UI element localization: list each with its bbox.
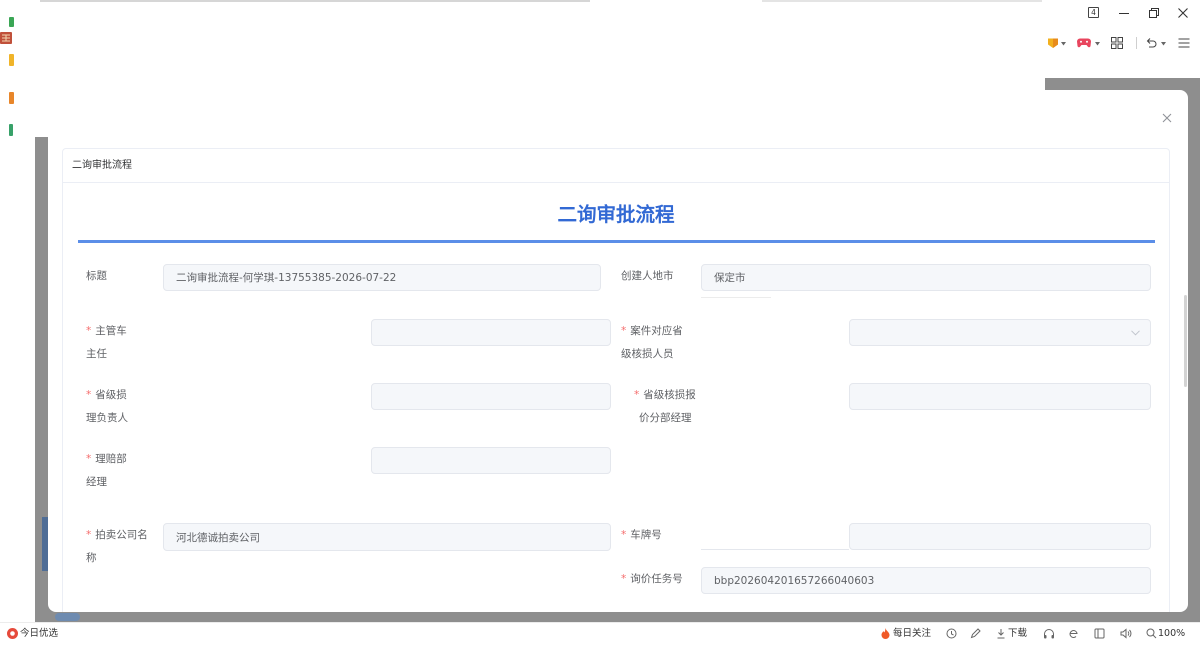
top-edge-line: [40, 0, 590, 2]
chief-director-input[interactable]: [371, 319, 611, 346]
extension-icon[interactable]: [1047, 37, 1059, 49]
browser-e-icon[interactable]: [1068, 628, 1079, 639]
status-bar: 今日优选 每日关注 下载 100%: [0, 622, 1200, 645]
required-mark: *: [634, 389, 640, 401]
claims-manager-input[interactable]: [371, 447, 611, 474]
field-underline: [701, 297, 771, 298]
modal-close-button[interactable]: [1160, 111, 1174, 125]
desktop-app-icon[interactable]: [9, 124, 13, 136]
label-province-claim-lead: * 省级损 理负责人: [86, 384, 128, 430]
refresh-icon[interactable]: [946, 628, 957, 639]
zoom-icon[interactable]: [1146, 628, 1157, 639]
province-adjuster-select[interactable]: [849, 319, 1151, 346]
quote-branch-manager-input[interactable]: [849, 383, 1151, 410]
undo-icon[interactable]: [1145, 37, 1157, 49]
window-icon[interactable]: [1094, 628, 1105, 639]
zoom-level[interactable]: 100%: [1158, 623, 1185, 645]
label-text: 价分部经理: [639, 412, 692, 424]
required-mark: *: [86, 453, 92, 465]
required-mark: *: [621, 573, 627, 585]
dropdown-caret-icon[interactable]: [1061, 42, 1066, 46]
restore-icon[interactable]: [1149, 8, 1159, 18]
tab-count: 4: [1091, 8, 1096, 17]
label-inquiry-task-number: * 询价任务号: [621, 568, 683, 591]
label-text: 称: [86, 552, 97, 564]
approval-modal: 二询审批流程 二询审批流程 标题 创建人地市 *主管车 主任 *案件对应省 级核…: [48, 90, 1188, 612]
label-plate-number: * 车牌号: [621, 524, 662, 547]
grid-icon[interactable]: [1111, 37, 1123, 49]
desktop-app-icon[interactable]: [0, 32, 12, 44]
label-chief-director: * 主管车 主任: [86, 320, 127, 366]
label-text: 拍卖公司名: [95, 529, 148, 541]
today-pick-link[interactable]: 今日优选: [20, 623, 58, 645]
browser-chrome: 4: [1045, 0, 1200, 78]
label-text: 创建人地市: [621, 270, 674, 282]
auction-company-input[interactable]: [163, 523, 611, 551]
inquiry-task-number-input[interactable]: [701, 567, 1151, 594]
card-header: 二询审批流程: [63, 149, 1169, 183]
blank-overlay: [35, 0, 1045, 137]
speaker-icon[interactable]: [1120, 628, 1132, 639]
desktop-app-icon[interactable]: [9, 54, 14, 66]
required-mark: *: [86, 325, 92, 337]
toolbar-separator: [1136, 37, 1137, 49]
label-text: 省级损: [95, 389, 127, 401]
download-icon[interactable]: [996, 628, 1006, 639]
menu-icon[interactable]: [1178, 37, 1190, 49]
today-pick-icon[interactable]: [7, 628, 18, 639]
daily-follow-link[interactable]: 每日关注: [893, 623, 931, 645]
form-card: 二询审批流程 二询审批流程 标题 创建人地市 *主管车 主任 *案件对应省 级核…: [62, 148, 1170, 612]
pen-icon[interactable]: [970, 628, 981, 639]
title-underline: [78, 240, 1155, 243]
gamepad-icon[interactable]: [1077, 37, 1091, 48]
close-icon: [1162, 113, 1172, 123]
desktop-app-icon[interactable]: [9, 92, 14, 104]
dropdown-caret-icon[interactable]: [1161, 42, 1166, 46]
label-text: 级核损人员: [621, 348, 674, 360]
label-province-adjuster: * 案件对应省 级核损人员: [621, 320, 683, 366]
tab-count-button[interactable]: 4: [1088, 7, 1099, 18]
label-text: 理赔部: [95, 453, 127, 465]
label-text: 案件对应省: [630, 325, 683, 337]
label-text: 经理: [86, 476, 107, 488]
modal-scrollbar[interactable]: [1184, 295, 1187, 387]
label-text: 省级核损报: [643, 389, 696, 401]
desktop-icon-strip: [0, 0, 35, 622]
label-text: 主任: [86, 348, 107, 360]
label-claims-manager: * 理赔部 经理: [86, 448, 127, 494]
label-creator-city: 创建人地市: [621, 265, 674, 288]
label-quote-branch-manager: * 省级核损报 价分部经理: [634, 384, 696, 430]
desktop-app-icon[interactable]: [9, 17, 14, 27]
required-mark: *: [621, 529, 627, 541]
label-auction-company: * 拍卖公司名 称: [86, 524, 148, 570]
creator-city-input[interactable]: [701, 264, 1151, 291]
screen: 二询审批流程 二询审批流程 标题 创建人地市 *主管车 主任 *案件对应省 级核…: [0, 0, 1200, 645]
underlying-page-element: [55, 613, 80, 621]
required-mark: *: [86, 389, 92, 401]
plate-number-input[interactable]: [849, 523, 1151, 550]
field-underline: [701, 549, 849, 550]
chevron-down-icon: [1131, 330, 1140, 336]
required-mark: *: [86, 529, 92, 541]
form-title: 二询审批流程: [557, 203, 675, 226]
province-claim-lead-input[interactable]: [371, 383, 611, 410]
label-text: 车牌号: [630, 529, 662, 541]
title-input[interactable]: [163, 264, 601, 291]
label-text: 询价任务号: [630, 573, 683, 585]
label-title: 标题: [86, 265, 107, 288]
close-icon[interactable]: [1178, 8, 1188, 18]
label-text: 标题: [86, 270, 107, 282]
required-mark: *: [621, 325, 627, 337]
top-edge-line: [762, 0, 1042, 2]
label-text: 主管车: [95, 325, 127, 337]
fire-icon: [881, 628, 890, 639]
minimize-icon[interactable]: [1119, 8, 1129, 18]
card-header-title: 二询审批流程: [72, 160, 132, 171]
headset-icon[interactable]: [1043, 628, 1055, 639]
label-text: 理负责人: [86, 412, 128, 424]
download-link[interactable]: 下载: [1008, 623, 1027, 645]
dropdown-caret-icon[interactable]: [1095, 42, 1100, 46]
